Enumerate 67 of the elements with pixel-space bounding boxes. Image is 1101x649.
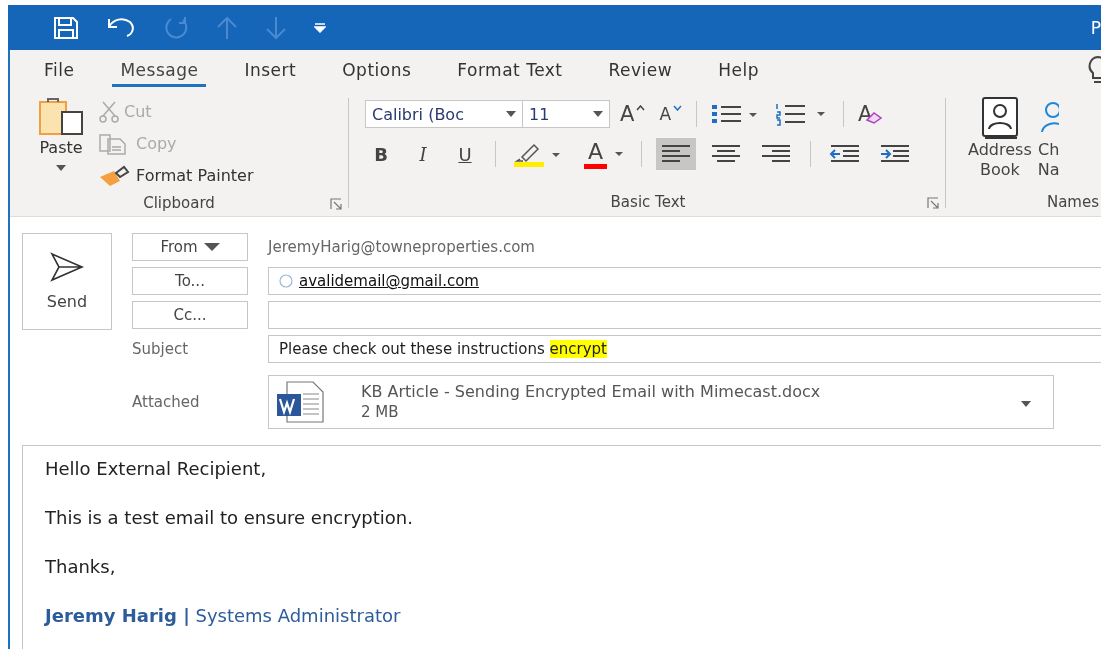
caret-icon[interactable] [1021, 401, 1031, 407]
body-paragraph: This is a test email to ensure encryption. [45, 507, 414, 529]
from-button[interactable]: From [132, 233, 248, 261]
address-book-button[interactable]: Address Book [968, 96, 1032, 180]
scissors-icon [98, 100, 120, 123]
ribbon-tab[interactable]: Insert [236, 53, 305, 87]
caret-icon [615, 152, 624, 156]
dialog-launcher-icon[interactable] [927, 197, 939, 209]
cc-field[interactable] [268, 301, 1101, 329]
recipient-address[interactable]: avalidemail@gmail.com [299, 272, 479, 290]
group-label: Clipboard [143, 193, 215, 212]
save-icon[interactable] [53, 15, 79, 40]
align-left-button[interactable] [656, 138, 697, 170]
italic-button[interactable]: I [407, 139, 439, 169]
attachment-card[interactable]: KB Article - Sending Encrypted Email with Mimecast.docx 2 MB [268, 375, 1054, 429]
indent-icon [829, 144, 862, 164]
font-color-button[interactable]: A [580, 139, 628, 169]
underline-button[interactable]: U [449, 139, 481, 169]
down-chevron-icon [673, 105, 682, 111]
clipboard-button[interactable]: Format Painter [94, 160, 258, 191]
undo-icon[interactable] [106, 15, 136, 40]
signature: Jeremy Harig | Systems Administrator [45, 605, 402, 627]
ribbon-tab[interactable]: Format Text [449, 53, 571, 87]
font-name-dropdown[interactable]: Calibri (Boc [365, 100, 523, 128]
group-label: Basic Text [610, 193, 686, 211]
alignment-icon [760, 144, 793, 164]
attachment-size: 2 MB [361, 402, 400, 422]
customize-caret-icon[interactable] [314, 22, 326, 33]
attachment-name: KB Article - Sending Encrypted Email with Mimecast.docx [361, 382, 821, 402]
alignment-icon [710, 144, 743, 164]
subject-field[interactable]: Please check out these instructions encrypt [268, 335, 1101, 363]
caret-icon [56, 165, 66, 171]
up-chevron-icon [636, 105, 646, 111]
grow-font-button[interactable]: A [616, 99, 650, 129]
to-field[interactable]: avalidemail@gmail.com [268, 267, 1101, 295]
ribbon-tab[interactable]: Message [112, 53, 207, 87]
ribbon-tab[interactable]: Help [710, 53, 767, 87]
from-address: JeremyHarig@towneproperties.com [268, 238, 535, 256]
cc-button[interactable]: Cc... [132, 301, 248, 329]
send-icon [50, 252, 84, 282]
subject-label: Subject [132, 340, 190, 358]
window-title: P [1090, 17, 1101, 38]
dialog-launcher-icon[interactable] [330, 198, 342, 210]
presence-icon [279, 274, 293, 288]
body-paragraph: Thanks, [45, 556, 117, 578]
caret-icon [593, 111, 603, 117]
group-label: Names [1046, 193, 1099, 211]
attached-label: Attached [132, 393, 201, 411]
paintbrush-icon [98, 164, 132, 187]
body-paragraph: Hello External Recipient, [45, 458, 268, 480]
caret-icon [506, 111, 516, 117]
caret-icon [203, 243, 220, 251]
paste-button[interactable]: Paste [10, 96, 94, 191]
font-size-dropdown[interactable]: 11 [522, 100, 610, 128]
address-book-icon [979, 96, 1020, 140]
to-button[interactable]: To... [132, 267, 248, 295]
alignment-icon [660, 144, 693, 164]
check-names-button[interactable]: Ch Na [1037, 96, 1060, 180]
ribbon-tab[interactable]: Review [600, 53, 681, 87]
send-button[interactable]: Send [22, 233, 112, 330]
clipboard-icon [38, 96, 84, 136]
message-body[interactable]: Hello External Recipient, This is a test email to ensure encryption. Thanks, Jeremy Harig | Systems Administrator [22, 445, 1101, 649]
ribbon-tab[interactable]: Options [334, 53, 420, 87]
bold-button[interactable]: B [365, 139, 397, 169]
indent-icon [879, 144, 912, 164]
ribbon-tab[interactable]: File [36, 53, 83, 87]
shrink-font-button[interactable]: A [655, 99, 686, 129]
